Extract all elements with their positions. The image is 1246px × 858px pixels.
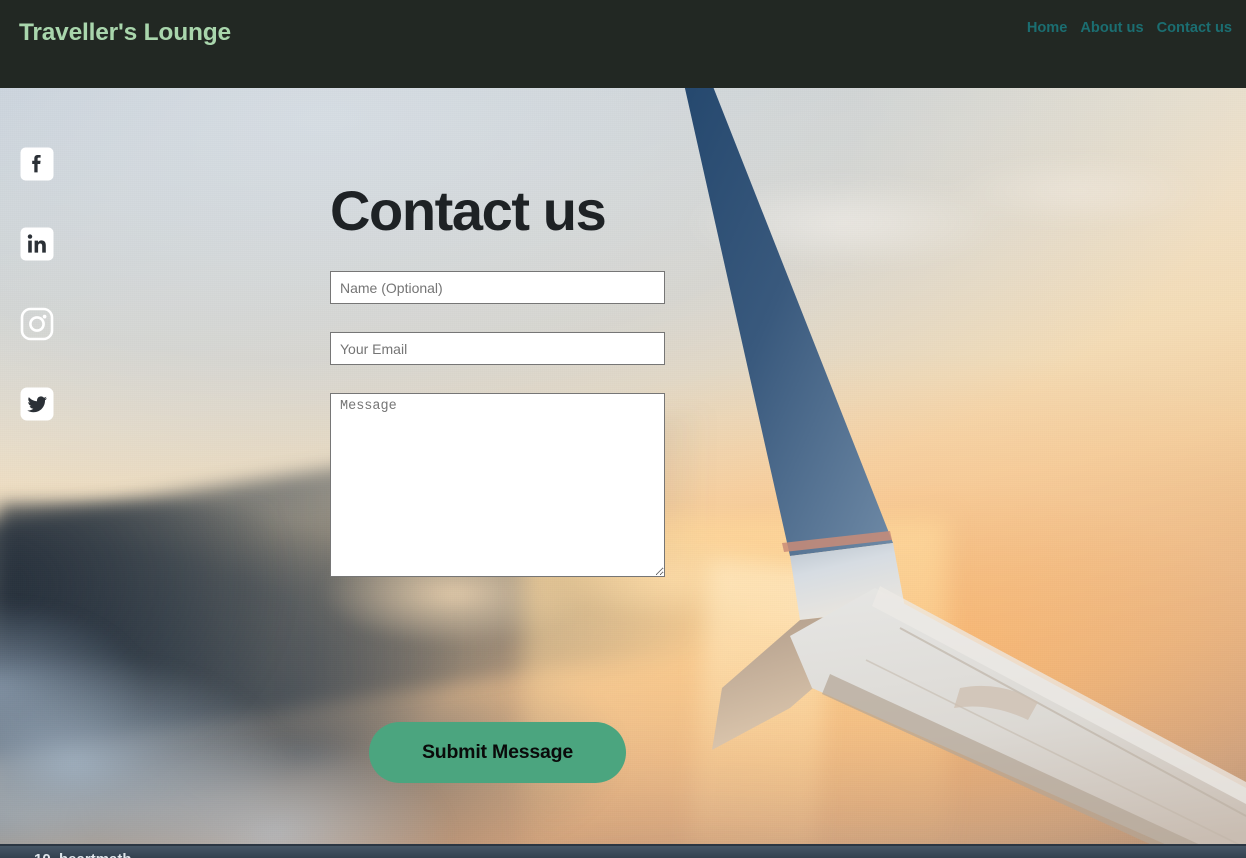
main-navigation: Home About us Contact us	[1027, 20, 1232, 36]
nav-link-contact-us[interactable]: Contact us	[1157, 20, 1232, 36]
social-link-instagram[interactable]	[20, 307, 54, 341]
nav-link-about-us[interactable]: About us	[1080, 20, 1143, 36]
next-section-preview: 10. heartmath	[0, 844, 1246, 858]
social-link-facebook[interactable]	[20, 147, 54, 181]
submit-message-button[interactable]: Submit Message	[369, 722, 626, 783]
twitter-icon	[20, 387, 54, 421]
message-textarea[interactable]	[330, 393, 665, 578]
social-link-twitter[interactable]	[20, 387, 54, 421]
next-section-heading: 10. heartmath	[34, 851, 132, 858]
site-header: Traveller's Lounge Home About us Contact…	[0, 0, 1246, 88]
nav-link-home[interactable]: Home	[1027, 20, 1068, 36]
instagram-icon	[20, 307, 54, 341]
facebook-icon	[20, 147, 54, 181]
page-title: Contact us	[330, 179, 607, 242]
social-link-linkedin[interactable]	[20, 227, 54, 261]
section-divider	[0, 844, 1246, 846]
linkedin-icon	[20, 227, 54, 261]
site-logo[interactable]: Traveller's Lounge	[19, 19, 231, 47]
social-links-rail	[20, 147, 54, 421]
contact-form-section: Contact us	[330, 179, 670, 578]
page-root: Traveller's Lounge Home About us Contact…	[0, 0, 1246, 858]
email-input[interactable]	[330, 332, 665, 366]
name-input[interactable]	[330, 271, 665, 305]
